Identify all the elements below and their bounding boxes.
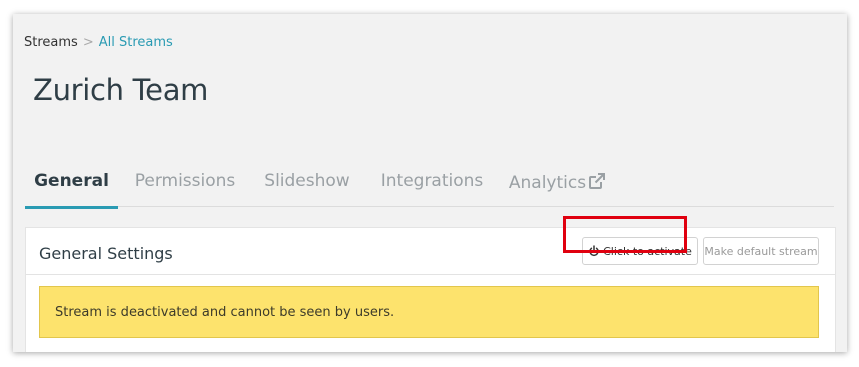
click-to-activate-button[interactable]: Click to activate <box>582 237 698 265</box>
tab-slideshow[interactable]: Slideshow <box>261 171 353 206</box>
tab-analytics-label: Analytics <box>508 173 587 193</box>
stream-settings-page: Streams > All Streams Zurich Team General … <box>13 14 847 352</box>
panel-title: General Settings <box>39 244 173 263</box>
breadcrumb: Streams > All Streams <box>24 35 173 50</box>
general-settings-panel: General Settings Click to activate Make … <box>25 227 836 352</box>
make-default-stream-label: Make default stream <box>704 244 818 258</box>
panel-divider <box>26 274 835 275</box>
tab-permissions-label: Permissions <box>134 171 236 191</box>
tab-slideshow-label: Slideshow <box>264 171 350 191</box>
breadcrumb-separator: > <box>82 35 94 50</box>
tab-integrations[interactable]: Integrations <box>374 171 490 206</box>
breadcrumb-all-streams[interactable]: All Streams <box>99 35 173 50</box>
tab-analytics[interactable]: Analytics <box>502 171 614 206</box>
page-title: Zurich Team <box>33 73 209 107</box>
click-to-activate-label: Click to activate <box>603 244 692 258</box>
tab-bar: General Permissions Slideshow Integratio… <box>25 168 834 209</box>
deactivated-alert: Stream is deactivated and cannot be seen… <box>39 286 819 338</box>
external-link-icon <box>589 173 606 189</box>
tab-permissions[interactable]: Permissions <box>130 171 240 206</box>
tab-integrations-label: Integrations <box>380 171 484 191</box>
tab-general-label: General <box>34 171 109 191</box>
power-icon <box>589 245 599 257</box>
deactivated-alert-text: Stream is deactivated and cannot be seen… <box>55 304 395 320</box>
make-default-stream-button[interactable]: Make default stream <box>703 237 819 265</box>
breadcrumb-streams[interactable]: Streams <box>24 35 78 50</box>
tab-general[interactable]: General <box>25 171 118 209</box>
